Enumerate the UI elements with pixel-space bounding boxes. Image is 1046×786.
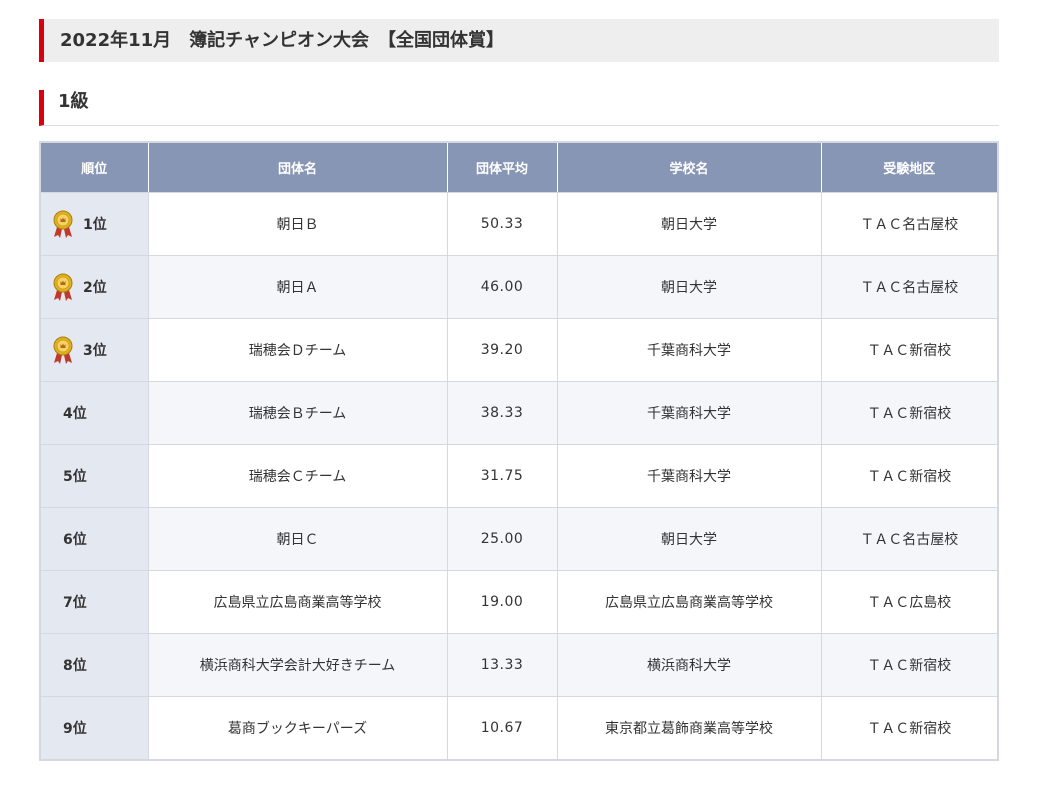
rank-cell: 3位 (41, 318, 149, 382)
rank-label: 8位 (63, 658, 87, 674)
team-average-cell: 46.00 (447, 255, 558, 319)
rank-cell-content: 3位 (53, 319, 148, 381)
rank-cell: 7位 (41, 570, 149, 634)
rank-cell: 1位 (41, 192, 149, 256)
team-average-cell: 13.33 (447, 633, 558, 697)
rank-cell-content: 1位 (53, 193, 148, 255)
rank-label: 5位 (63, 469, 87, 485)
rank-label: 7位 (63, 595, 87, 611)
table-header-row: 順位 団体名 団体平均 学校名 受験地区 (41, 143, 997, 193)
rank-cell-content: 2位 (53, 256, 148, 318)
rank-label: 1位 (83, 217, 107, 233)
rank-label: 3位 (83, 343, 107, 359)
column-header-rank: 順位 (41, 143, 149, 193)
team-average-cell: 19.00 (447, 570, 558, 634)
school-name-cell: 朝日大学 (557, 507, 822, 571)
exam-area-cell: ＴＡＣ新宿校 (821, 633, 997, 697)
rank-cell-content: 9位 (63, 697, 148, 759)
rank-cell-content: 5位 (63, 445, 148, 507)
rank-cell-content: 8位 (63, 634, 148, 696)
team-average-cell: 39.20 (447, 318, 558, 382)
rank-label: 9位 (63, 721, 87, 737)
rank-cell: 9位 (41, 696, 149, 759)
rank-label: 2位 (83, 280, 107, 296)
rank-cell: 2位 (41, 255, 149, 319)
table-row: 4位 瑞穂会Ｂチーム 38.33 千葉商科大学 ＴＡＣ新宿校 (41, 381, 997, 445)
table-row: 5位 瑞穂会Ｃチーム 31.75 千葉商科大学 ＴＡＣ新宿校 (41, 444, 997, 508)
rank-cell: 6位 (41, 507, 149, 571)
team-name-cell: 朝日Ｂ (148, 192, 448, 256)
ranking-table-container: 順位 団体名 団体平均 学校名 受験地区 1位 朝日Ｂ 50.33 朝日大学 ＴＡＣ名古… (39, 141, 999, 761)
rank-cell-content: 4位 (63, 382, 148, 444)
medal-icon (53, 335, 73, 365)
team-name-cell: 朝日Ａ (148, 255, 448, 319)
exam-area-cell: ＴＡＣ広島校 (821, 570, 997, 634)
team-average-cell: 25.00 (447, 507, 558, 571)
exam-area-cell: ＴＡＣ名古屋校 (821, 507, 997, 571)
school-name-cell: 千葉商科大学 (557, 318, 822, 382)
team-average-cell: 31.75 (447, 444, 558, 508)
table-row: 9位 葛商ブックキーパーズ 10.67 東京都立葛飾商業高等学校 ＴＡＣ新宿校 (41, 696, 997, 759)
table-row: 8位 横浜商科大学会計大好きチーム 13.33 横浜商科大学 ＴＡＣ新宿校 (41, 633, 997, 697)
exam-area-cell: ＴＡＣ新宿校 (821, 381, 997, 445)
rank-cell: 5位 (41, 444, 149, 508)
exam-area-cell: ＴＡＣ名古屋校 (821, 255, 997, 319)
school-name-cell: 千葉商科大学 (557, 381, 822, 445)
column-header-average: 団体平均 (447, 143, 558, 193)
team-name-cell: 広島県立広島商業高等学校 (148, 570, 448, 634)
section-heading: 1級 (39, 90, 999, 126)
school-name-cell: 横浜商科大学 (557, 633, 822, 697)
ranking-table: 順位 団体名 団体平均 学校名 受験地区 1位 朝日Ｂ 50.33 朝日大学 ＴＡＣ名古… (41, 143, 997, 759)
team-average-cell: 38.33 (447, 381, 558, 445)
rank-cell-content: 6位 (63, 508, 148, 570)
team-average-cell: 50.33 (447, 192, 558, 256)
rank-label: 4位 (63, 406, 87, 422)
section-title: 1級 (58, 91, 89, 112)
table-row: 3位 瑞穂会Ｄチーム 39.20 千葉商科大学 ＴＡＣ新宿校 (41, 318, 997, 382)
page-title: 2022年11月 簿記チャンピオン大会 【全国団体賞】 (39, 19, 999, 62)
team-name-cell: 葛商ブックキーパーズ (148, 696, 448, 759)
exam-area-cell: ＴＡＣ新宿校 (821, 444, 997, 508)
table-row: 6位 朝日Ｃ 25.00 朝日大学 ＴＡＣ名古屋校 (41, 507, 997, 571)
team-average-cell: 10.67 (447, 696, 558, 759)
column-header-team: 団体名 (148, 143, 448, 193)
rank-cell: 4位 (41, 381, 149, 445)
school-name-cell: 広島県立広島商業高等学校 (557, 570, 822, 634)
exam-area-cell: ＴＡＣ新宿校 (821, 318, 997, 382)
table-row: 2位 朝日Ａ 46.00 朝日大学 ＴＡＣ名古屋校 (41, 255, 997, 319)
exam-area-cell: ＴＡＣ新宿校 (821, 696, 997, 759)
school-name-cell: 千葉商科大学 (557, 444, 822, 508)
column-header-school: 学校名 (557, 143, 822, 193)
exam-area-cell: ＴＡＣ名古屋校 (821, 192, 997, 256)
rank-cell: 8位 (41, 633, 149, 697)
school-name-cell: 朝日大学 (557, 255, 822, 319)
team-name-cell: 瑞穂会Ｄチーム (148, 318, 448, 382)
school-name-cell: 朝日大学 (557, 192, 822, 256)
table-row: 1位 朝日Ｂ 50.33 朝日大学 ＴＡＣ名古屋校 (41, 192, 997, 256)
column-header-area: 受験地区 (821, 143, 997, 193)
medal-icon (53, 272, 73, 302)
team-name-cell: 瑞穂会Ｃチーム (148, 444, 448, 508)
team-name-cell: 瑞穂会Ｂチーム (148, 381, 448, 445)
rank-cell-content: 7位 (63, 571, 148, 633)
school-name-cell: 東京都立葛飾商業高等学校 (557, 696, 822, 759)
team-name-cell: 横浜商科大学会計大好きチーム (148, 633, 448, 697)
medal-icon (53, 209, 73, 239)
rank-label: 6位 (63, 532, 87, 548)
table-row: 7位 広島県立広島商業高等学校 19.00 広島県立広島商業高等学校 ＴＡＣ広島校 (41, 570, 997, 634)
table-body: 1位 朝日Ｂ 50.33 朝日大学 ＴＡＣ名古屋校 2位 朝日Ａ 46.00 朝日大学 ＴＡＣ名古… (41, 192, 997, 759)
team-name-cell: 朝日Ｃ (148, 507, 448, 571)
